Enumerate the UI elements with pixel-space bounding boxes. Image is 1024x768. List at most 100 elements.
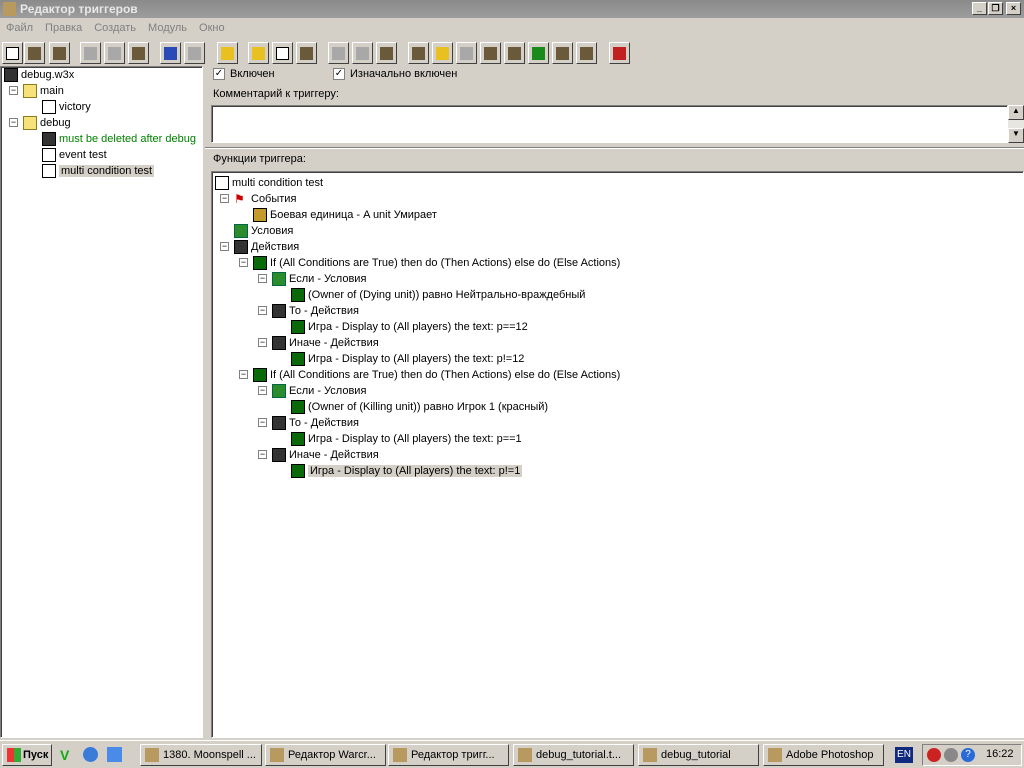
open-button[interactable] <box>24 42 45 64</box>
scroll-up-button[interactable]: ▲ <box>1008 105 1024 120</box>
language-indicator[interactable]: EN <box>895 747 913 763</box>
paste-button[interactable] <box>128 42 149 64</box>
collapse-toggle[interactable]: − <box>220 242 229 251</box>
collapse-toggle[interactable]: − <box>258 418 267 427</box>
terrain-button[interactable] <box>408 42 429 64</box>
taskbar-button[interactable]: Редактор Warcr... <box>265 744 386 766</box>
collapse-toggle[interactable]: − <box>239 370 248 379</box>
quicklaunch-v-icon[interactable]: V <box>60 747 69 763</box>
cut-button[interactable] <box>80 42 101 64</box>
collapse-toggle[interactable]: − <box>239 258 248 267</box>
new-button[interactable] <box>2 42 23 64</box>
tree-item[interactable]: Игра - Display to (All players) the text… <box>291 463 523 479</box>
tree-item[interactable]: victory <box>42 99 91 115</box>
tree-item[interactable]: Игра - Display to (All players) the text… <box>291 351 524 367</box>
taskbar-button[interactable]: Adobe Photoshop <box>763 744 884 766</box>
tree-item[interactable]: − Если - Условия <box>258 271 366 287</box>
copy-button[interactable] <box>104 42 125 64</box>
sound-button[interactable] <box>456 42 477 64</box>
internet-explorer-icon[interactable] <box>83 747 98 762</box>
tree-item[interactable]: − Иначе - Действия <box>258 335 379 351</box>
import-button[interactable] <box>576 42 597 64</box>
tree-item[interactable]: − debug <box>9 115 71 131</box>
campaign-button[interactable] <box>552 42 573 64</box>
tree-item[interactable]: (Owner of (Killing unit)) равно Игрок 1 … <box>291 399 548 415</box>
collapse-toggle[interactable]: − <box>258 338 267 347</box>
collapse-toggle[interactable]: − <box>9 118 18 127</box>
start-button[interactable]: Пуск <box>2 744 52 766</box>
enabled-checkbox[interactable]: ✓ Включен <box>213 66 275 82</box>
splitter[interactable] <box>205 147 1024 149</box>
collapse-toggle[interactable]: − <box>258 274 267 283</box>
tree-item[interactable]: multi condition test <box>215 175 323 191</box>
new-condition-button[interactable] <box>352 42 373 64</box>
delete-button[interactable] <box>217 42 238 64</box>
tree-item[interactable]: − То - Действия <box>258 303 359 319</box>
tree-item[interactable]: − ⚑ События <box>220 191 296 207</box>
new-comment-button[interactable] <box>296 42 317 64</box>
outlook-express-icon[interactable] <box>107 747 122 762</box>
menu-window[interactable]: Окно <box>199 22 225 34</box>
taskbar-button[interactable]: 1380. Moonspell ... <box>140 744 262 766</box>
taskbar-button[interactable]: debug_tutorial <box>638 744 759 766</box>
new-event-button[interactable] <box>328 42 349 64</box>
ai-button[interactable] <box>504 42 525 64</box>
menu-file[interactable]: Файл <box>6 22 33 34</box>
tree-item[interactable]: event test <box>42 147 107 163</box>
collapse-toggle[interactable]: − <box>220 194 229 203</box>
tree-item[interactable]: (Owner of (Dying unit)) равно Нейтрально… <box>291 287 585 303</box>
taskbar-button[interactable]: Редактор тригг... <box>388 744 509 766</box>
collapse-toggle[interactable]: − <box>258 306 267 315</box>
tree-item[interactable]: − If (All Conditions are True) then do (T… <box>239 255 620 271</box>
tray-volume-icon[interactable] <box>944 748 958 762</box>
game-action-icon <box>291 320 305 335</box>
tree-item[interactable]: − То - Действия <box>258 415 359 431</box>
menu-edit[interactable]: Правка <box>45 22 82 34</box>
tree-item[interactable]: − Действия <box>220 239 299 255</box>
trigger-list-tree[interactable]: debug.w3x − main victory − debug must be delet… <box>0 66 203 738</box>
initially-on-checkbox[interactable]: ✓ Изначально включен <box>333 66 457 82</box>
comment-scrollbar[interactable]: ▲ ▼ <box>1008 105 1024 143</box>
collapse-toggle[interactable]: − <box>9 86 18 95</box>
menu-module[interactable]: Модуль <box>148 22 187 34</box>
trigger-functions-tree[interactable]: multi condition test − ⚑ События Боевая един… <box>211 171 1024 738</box>
tray-app-icon[interactable] <box>927 748 941 762</box>
checkbox[interactable]: ✓ <box>213 68 225 81</box>
tree-item[interactable]: Игра - Display to (All players) the text… <box>291 319 528 335</box>
tree-item[interactable]: must be deleted after debug <box>42 131 196 147</box>
tree-item[interactable]: − If (All Conditions are True) then do (T… <box>239 367 620 383</box>
save-button[interactable] <box>49 42 70 64</box>
new-action-button[interactable] <box>376 42 397 64</box>
functions-label: Функции триггера: <box>213 153 306 165</box>
scroll-down-button[interactable]: ▼ <box>1008 128 1024 143</box>
undo-button[interactable] <box>160 42 181 64</box>
checkbox[interactable]: ✓ <box>333 68 345 81</box>
collapse-toggle[interactable]: − <box>258 386 267 395</box>
tree-item[interactable]: debug.w3x <box>4 67 74 83</box>
restore-button[interactable]: ❐ <box>988 2 1003 15</box>
comment-input[interactable] <box>211 105 1008 143</box>
test-map-button[interactable] <box>609 42 630 64</box>
new-trigger-button[interactable] <box>272 42 293 64</box>
tree-item[interactable]: Боевая единица - A unit Умирает <box>253 207 437 223</box>
object-button[interactable] <box>480 42 501 64</box>
close-button[interactable]: × <box>1006 2 1021 15</box>
menu-create[interactable]: Создать <box>94 22 136 34</box>
new-category-button[interactable] <box>248 42 269 64</box>
unit-button[interactable] <box>528 42 549 64</box>
tree-item[interactable]: − Иначе - Действия <box>258 447 379 463</box>
tree-item[interactable]: Игра - Display to (All players) the text… <box>291 431 522 447</box>
redo-button[interactable] <box>184 42 205 64</box>
tree-item-label: multi condition test <box>59 165 155 177</box>
taskbar-button[interactable]: debug_tutorial.t... <box>513 744 634 766</box>
tree-item[interactable]: multi condition test <box>42 163 155 179</box>
event-flag-icon: ⚑ <box>234 192 248 207</box>
text-button[interactable] <box>432 42 453 64</box>
task-app-icon <box>518 748 532 762</box>
tree-item[interactable]: − Если - Условия <box>258 383 366 399</box>
tree-item[interactable]: Условия <box>234 223 293 239</box>
tree-item[interactable]: − main <box>9 83 64 99</box>
minimize-button[interactable]: _ <box>972 2 987 15</box>
collapse-toggle[interactable]: − <box>258 450 267 459</box>
tray-help-icon[interactable]: ? <box>961 748 975 762</box>
